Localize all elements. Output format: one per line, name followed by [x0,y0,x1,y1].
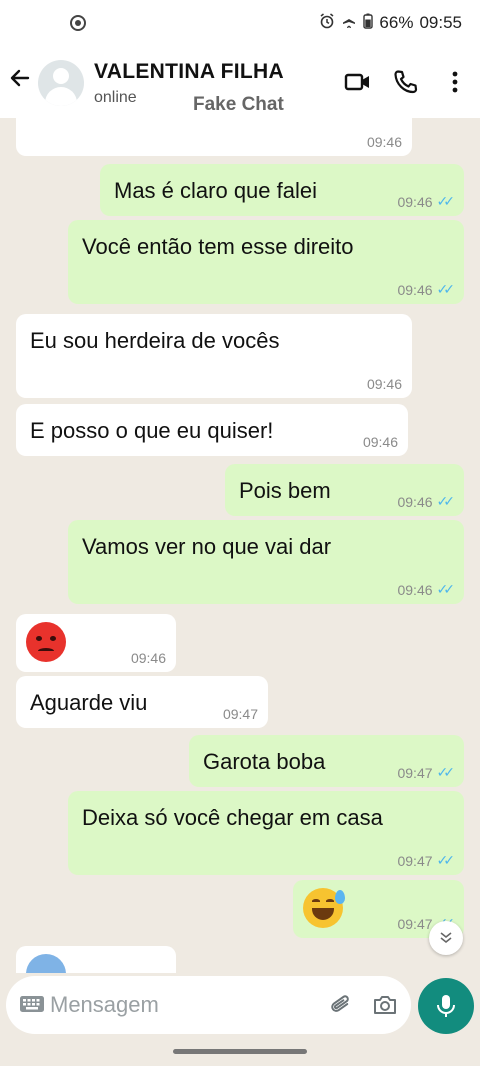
read-ticks-icon: ✓✓ [436,852,456,868]
message-time: 09:46 [366,134,402,150]
chat-header: VALENTINA FILHA online Fake Chat [0,48,480,118]
message-bubble-outgoing[interactable]: Garota boba 09:47 ✓✓ [189,735,464,787]
message-text: Eu sou herdeira de vocês [30,328,280,353]
contact-status: online [94,89,137,106]
message-bubble-incoming[interactable]: 09:46 [16,614,176,672]
attach-icon[interactable] [328,992,354,1018]
chat-area[interactable]: 09:46 Mas é claro que falei 09:46 ✓✓ Você… [0,118,480,973]
mic-icon [437,995,455,1017]
message-text: Vamos ver no que vai dar [82,534,332,559]
status-bar: 66% 09:55 [0,0,480,48]
scroll-to-bottom-button[interactable] [429,921,463,955]
message-bubble-outgoing[interactable]: Deixa só você chegar em casa 09:47 ✓✓ [68,791,464,875]
message-text: Você então tem esse direito [82,234,354,259]
message-time: 09:46 [130,650,166,666]
read-ticks-icon: ✓✓ [436,581,456,597]
message-time: 09:47 [397,852,433,869]
message-time: 09:47 [397,764,433,781]
message-bubble-incoming[interactable]: Eu sou herdeira de vocês 09:46 [16,314,412,398]
message-text: E posso o que eu quiser! [30,418,274,443]
clock: 09:55 [419,13,462,32]
message-bubble-incoming[interactable]: 09:46 [16,118,412,156]
message-time: 09:46 [397,193,433,210]
mic-button[interactable] [418,978,474,1034]
read-ticks-icon: ✓✓ [436,764,456,780]
alarm-icon [319,13,335,33]
keyboard-icon[interactable] [19,994,45,1014]
message-time: 09:46 [362,434,398,450]
message-time: 09:46 [397,281,433,298]
avatar[interactable] [38,60,84,106]
message-input[interactable] [50,988,310,1022]
battery-icon [363,13,374,33]
message-input-bar [6,976,411,1034]
message-bubble-outgoing[interactable]: Mas é claro que falei 09:46 ✓✓ [100,164,464,216]
message-bubble-incoming[interactable]: Aguarde viu 09:47 [16,676,268,728]
phone-call-icon[interactable] [392,68,420,96]
grinning-sweat-face-icon [303,888,345,928]
message-text: Deixa só você chegar em casa [82,805,383,830]
battery-percent: 66% [379,13,414,32]
back-arrow-icon[interactable] [8,66,32,96]
message-bubble-outgoing[interactable]: Vamos ver no que vai dar 09:46 ✓✓ [68,520,464,604]
message-time: 09:46 [397,581,433,598]
message-time: 09:47 [397,915,433,932]
cold-face-icon [26,954,66,973]
message-bubble-incoming[interactable] [16,946,176,973]
message-bubble-incoming[interactable]: E posso o que eu quiser! 09:46 [16,404,408,456]
angry-face-icon [26,622,66,662]
notification-dot-icon [70,15,86,31]
read-ticks-icon: ✓✓ [436,493,456,509]
more-options-icon[interactable] [446,68,464,96]
camera-icon[interactable] [372,992,398,1018]
message-time: 09:47 [222,706,258,722]
read-ticks-icon: ✓✓ [436,193,456,209]
read-ticks-icon: ✓✓ [436,281,456,297]
video-call-icon[interactable] [344,68,372,96]
airplane-icon [341,13,357,33]
message-time: 09:46 [397,493,433,510]
message-bubble-outgoing[interactable]: Pois bem 09:46 ✓✓ [225,464,464,516]
status-icons: 66% 09:55 [319,13,462,33]
message-bubble-outgoing[interactable]: Você então tem esse direito 09:46 ✓✓ [68,220,464,304]
watermark: Fake Chat [193,94,284,115]
contact-name[interactable]: VALENTINA FILHA [94,60,284,84]
message-time: 09:46 [366,376,402,392]
gesture-nav-bar[interactable] [173,1049,307,1054]
